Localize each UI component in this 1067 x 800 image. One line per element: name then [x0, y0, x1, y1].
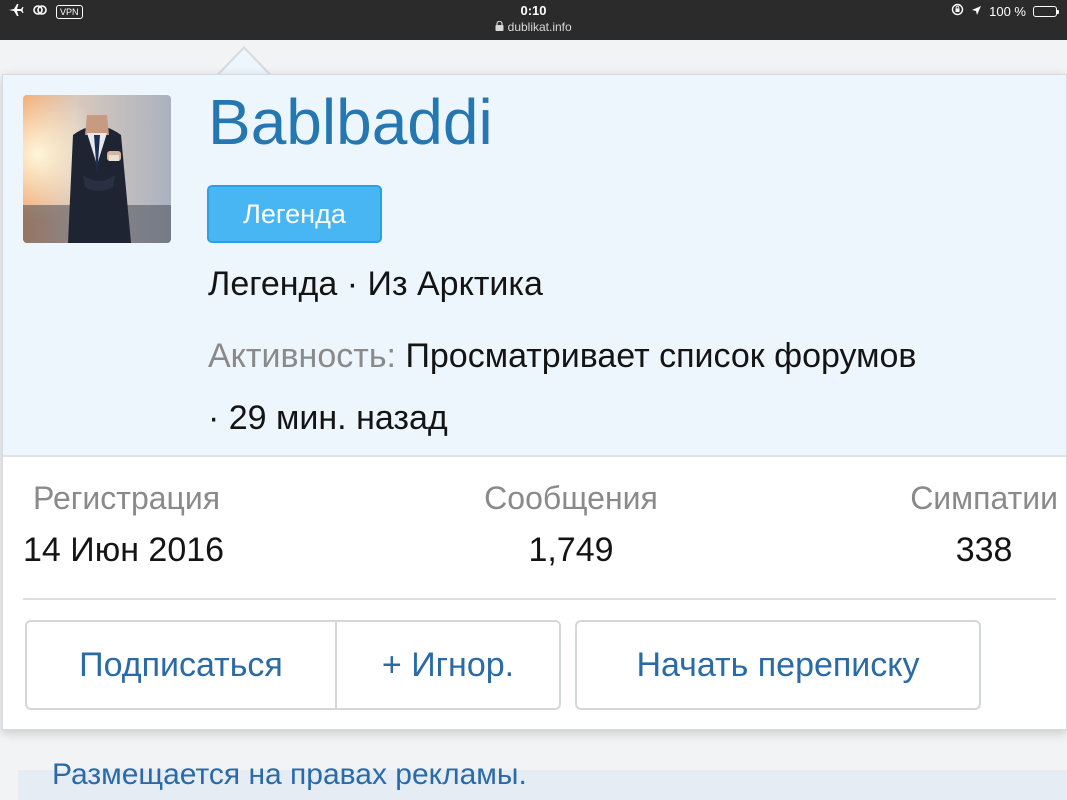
address-url: dublikat.info	[507, 20, 572, 34]
battery-icon	[1033, 5, 1059, 17]
stat-label: Регистрация	[33, 480, 221, 516]
lock-icon	[495, 20, 507, 34]
status-right-icons: 100 %	[951, 3, 1059, 19]
stat-value: 14 Июн 2016	[23, 531, 225, 569]
ignore-button[interactable]: + Игнор.	[337, 622, 559, 708]
start-conversation-button[interactable]: Начать переписку	[575, 620, 981, 710]
orientation-lock-icon	[951, 3, 964, 19]
activity-label: Активность:	[208, 337, 396, 375]
address-bar[interactable]: dublikat.info	[0, 20, 1067, 34]
follow-ignore-group: Подписаться + Игнор.	[25, 620, 561, 710]
member-tooltip: Bablbaddi Легенда Легенда · Из Арктика А…	[2, 74, 1067, 730]
user-activity: Активность: Просматривает список форумов…	[208, 325, 928, 449]
stats-divider	[23, 598, 1056, 600]
status-bar: VPN 0:10 dublikat.info 100 %	[0, 0, 1067, 40]
avatar[interactable]	[23, 95, 171, 243]
member-header: Bablbaddi Легенда Легенда · Из Арктика А…	[3, 75, 1066, 457]
popup-arrow-inner	[218, 49, 270, 76]
status-time: 0:10	[520, 3, 547, 18]
user-title-badge: Легенда	[207, 185, 382, 243]
stat-label: Сообщения	[484, 480, 658, 516]
stat-value: 338	[955, 531, 1013, 569]
location-arrow-icon	[971, 4, 982, 19]
background-ad-link[interactable]: Размещается на правах рекламы.	[52, 758, 527, 792]
stat-value: 1,749	[528, 531, 614, 569]
stat-likes[interactable]: Симпатии 338	[910, 480, 1058, 570]
user-title-location: Легенда · Из Арктика	[208, 265, 543, 303]
avatar-image	[23, 95, 171, 243]
follow-button[interactable]: Подписаться	[27, 622, 337, 708]
stat-messages[interactable]: Сообщения 1,749	[471, 480, 671, 570]
member-stats: Регистрация 14 Июн 2016 Сообщения 1,749 …	[23, 480, 1058, 580]
stat-label: Симпатии	[910, 480, 1058, 516]
battery-percentage: 100 %	[989, 3, 1026, 19]
username-link[interactable]: Bablbaddi	[208, 85, 493, 159]
stat-registration: Регистрация 14 Июн 2016	[23, 480, 224, 570]
